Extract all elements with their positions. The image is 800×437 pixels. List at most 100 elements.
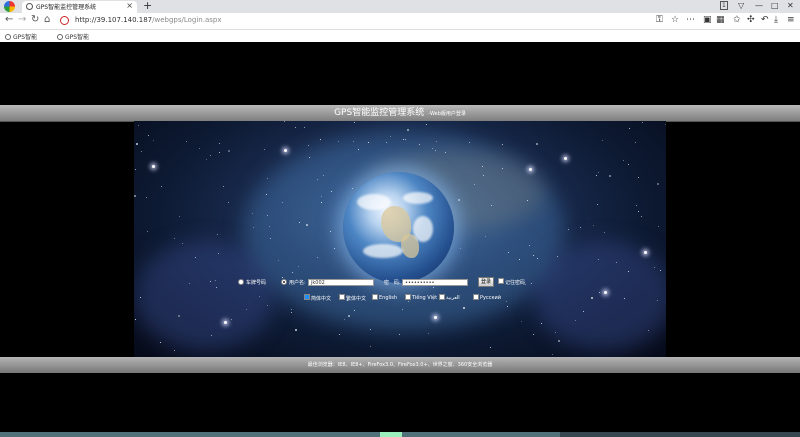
star <box>629 128 630 129</box>
star <box>623 160 624 161</box>
home-icon[interactable]: ⌂ <box>44 14 50 25</box>
star <box>338 141 339 142</box>
star <box>267 215 268 216</box>
star-icon[interactable]: ☆ <box>671 15 679 25</box>
download-icon[interactable]: ⤓ <box>774 15 778 25</box>
language-checkbox[interactable] <box>372 294 378 300</box>
bookmark-label: GPS智能 <box>65 34 90 41</box>
favorites-icon[interactable]: ✩ <box>733 15 741 25</box>
extensions-icon[interactable]: ✣ <box>747 15 755 25</box>
undo-icon[interactable]: ↶ <box>761 15 769 25</box>
star <box>598 172 599 173</box>
star <box>138 125 139 126</box>
star <box>502 168 503 169</box>
star <box>458 199 460 201</box>
star <box>147 231 148 232</box>
star <box>306 224 308 226</box>
new-tab-button[interactable]: + <box>143 0 152 12</box>
star <box>636 205 637 206</box>
close-tab-icon[interactable]: × <box>126 1 133 10</box>
radio-username[interactable] <box>281 279 287 285</box>
key-icon[interactable]: ⚿ <box>656 15 663 25</box>
star <box>179 216 180 217</box>
star <box>657 183 659 185</box>
username-label: 用户名: <box>289 280 306 286</box>
star <box>419 144 420 145</box>
pin-icon[interactable]: ▽ <box>738 1 744 10</box>
star <box>353 141 354 142</box>
star <box>552 354 553 355</box>
star <box>317 257 318 258</box>
language-label: العربية <box>446 295 460 301</box>
more-icon[interactable]: ⋯ <box>686 15 695 25</box>
page-header: GPS智能监控管理系统 -Web版用户登录 <box>0 105 800 122</box>
radio-car-number[interactable] <box>238 279 244 285</box>
star <box>368 142 369 143</box>
minimize-button[interactable]: — <box>755 1 763 10</box>
bright-star <box>529 168 532 171</box>
address-bar[interactable]: http://39.107.140.187/webgps/Login.aspx <box>58 15 648 27</box>
star <box>460 248 461 249</box>
language-label: English <box>379 295 398 301</box>
language-checkbox[interactable] <box>405 294 411 300</box>
password-input[interactable]: •••••••••• <box>402 279 468 286</box>
star <box>259 296 260 297</box>
bookmark-item[interactable]: GPS智能 <box>5 32 37 41</box>
reload-icon[interactable]: ↻ <box>31 14 39 25</box>
star <box>531 283 532 284</box>
star <box>295 329 297 331</box>
star <box>195 257 196 258</box>
star <box>529 245 530 246</box>
page-title: GPS智能监控管理系统 <box>334 108 425 118</box>
close-window-button[interactable]: ✕ <box>787 1 794 10</box>
star <box>282 277 283 278</box>
star <box>507 306 508 307</box>
star <box>403 139 404 140</box>
bright-star <box>604 291 607 294</box>
star <box>483 175 484 176</box>
star <box>135 319 136 320</box>
star <box>309 157 310 158</box>
language-checkbox[interactable] <box>473 294 479 300</box>
star <box>405 139 406 140</box>
username-input[interactable]: jk002 <box>308 279 374 286</box>
star <box>282 202 283 203</box>
security-icon[interactable] <box>60 16 69 25</box>
back-icon[interactable]: ← <box>5 14 13 25</box>
browser-logo-icon[interactable] <box>4 1 15 12</box>
maximize-button[interactable]: □ <box>771 1 779 10</box>
star <box>533 255 534 256</box>
star <box>370 329 371 330</box>
star <box>228 150 230 152</box>
star <box>599 292 600 293</box>
remember-password-checkbox[interactable] <box>498 278 504 284</box>
star <box>555 332 556 333</box>
bookmark-item[interactable]: GPS智能 <box>57 32 89 41</box>
star <box>146 197 147 198</box>
url-text[interactable]: http://39.107.140.187/webgps/Login.aspx <box>75 16 221 24</box>
login-button[interactable]: 登录 <box>478 277 494 287</box>
forward-icon[interactable]: → <box>18 14 26 25</box>
cloud <box>357 194 391 210</box>
star <box>161 186 162 187</box>
menu-icon[interactable]: ≡ <box>787 15 795 25</box>
star <box>160 342 161 343</box>
language-checkbox[interactable] <box>339 294 345 300</box>
star <box>370 346 371 347</box>
star <box>502 144 503 145</box>
star <box>641 216 642 217</box>
browser-tab-bar: GPS智能监控管理系统 × + 1 ▽ — □ ✕ <box>0 0 800 13</box>
grid-icon[interactable]: ▦ <box>716 15 725 25</box>
language-checkbox[interactable] <box>304 294 310 300</box>
star <box>219 143 220 144</box>
tab-count-badge[interactable]: 1 <box>720 1 728 10</box>
radio-car-number-label: 车牌号码 <box>246 280 267 286</box>
star <box>407 129 409 131</box>
browser-tab[interactable]: GPS智能监控管理系统 × <box>22 1 137 13</box>
language-checkbox[interactable] <box>439 294 445 300</box>
globe-icon <box>57 34 63 40</box>
sidebar-icon[interactable]: ▣ <box>703 15 712 25</box>
taskbar-app[interactable] <box>380 432 402 437</box>
star <box>284 121 285 122</box>
star <box>386 142 387 143</box>
